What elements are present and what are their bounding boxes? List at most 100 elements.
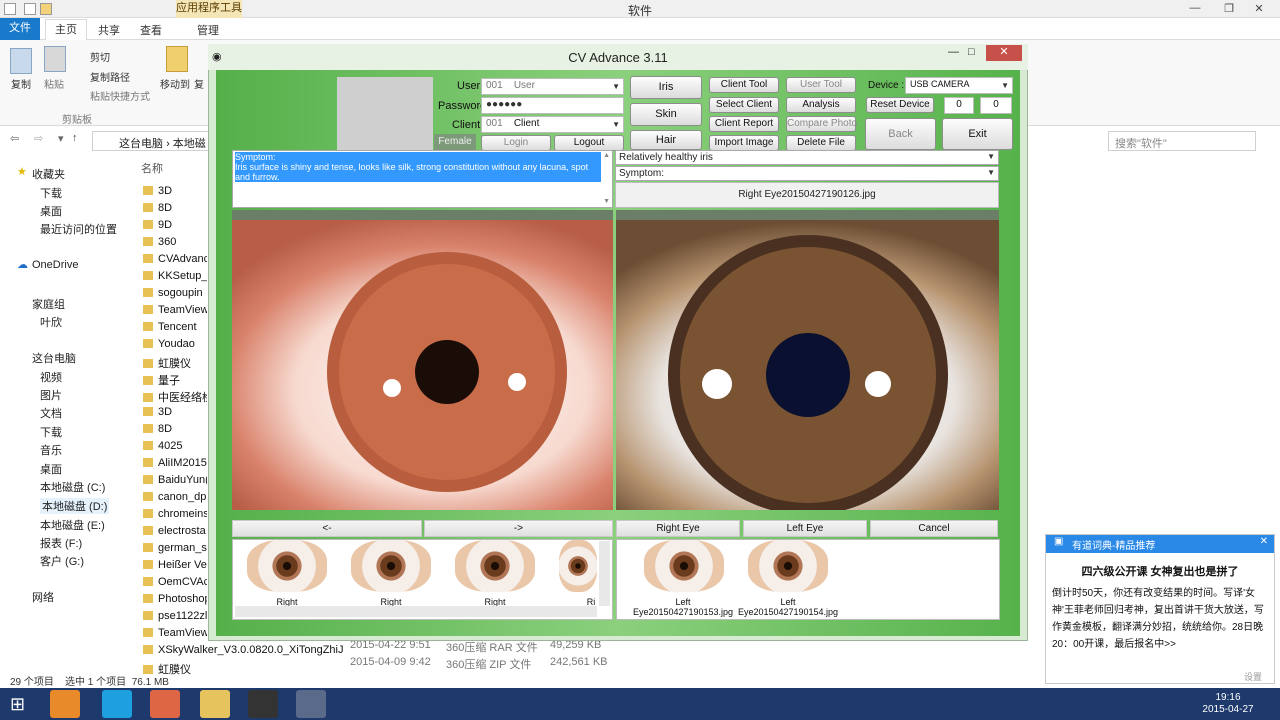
file-item[interactable]: 3D [143,185,207,197]
next-image-button[interactable]: -> [424,520,613,537]
nav-user[interactable]: 叶欣 [40,314,62,330]
user-tool-button[interactable]: User Tool [786,77,856,93]
logout-button[interactable]: Logout [554,135,624,151]
nav-desktop-2[interactable]: 桌面 [40,461,62,477]
nav-thispc[interactable]: 这台电脑 [32,350,76,366]
user-select[interactable]: 001 User ▼ [481,78,624,95]
symptom-text-area[interactable]: Symptom: Iris surface is shiny and tense… [232,150,613,208]
notification-close-icon[interactable]: ✕ [1260,536,1268,547]
scroll-down-icon[interactable]: ▼ [603,198,610,205]
tab-file[interactable]: 文件 [0,18,40,40]
up-icon[interactable]: ↑ [72,132,78,144]
nav-favorites[interactable]: 收藏夹 [32,166,65,182]
notification-settings-link[interactable]: 设置 [1244,670,1262,683]
breadcrumb-drive[interactable]: 本地磁 [173,138,206,150]
breadcrumb-pc[interactable]: 这台电脑 [119,138,163,150]
file-item[interactable]: Photoshop [143,593,207,605]
file-item[interactable]: pse1122zl [143,610,207,622]
file-item[interactable]: 虹膜仪 [143,661,343,677]
counter-a[interactable]: 0 [944,97,974,114]
file-item[interactable]: TeamView [143,627,207,639]
counter-b[interactable]: 0 [980,97,1012,114]
password-field[interactable]: ●●●●●● [481,97,624,114]
move-to-button[interactable]: 移动到 [160,76,190,91]
nav-downloads-2[interactable]: 下载 [40,424,62,440]
thumbnail[interactable] [455,540,535,592]
thumbnail[interactable] [644,540,724,592]
file-item[interactable]: BaiduYun( [143,474,207,486]
analysis-button[interactable]: Analysis [786,97,856,113]
start-icon[interactable]: ⊞ [10,694,25,715]
file-item[interactable]: Youdao [143,338,207,350]
nav-drive-e[interactable]: 本地磁盘 (E:) [40,517,105,533]
new-folder-icon[interactable] [40,3,52,15]
file-item[interactable]: TeamView [143,304,207,316]
nav-downloads[interactable]: 下载 [40,185,62,201]
thumbnail-vscrollbar[interactable] [599,541,610,606]
select-client-button[interactable]: Select Client [709,97,779,113]
file-item[interactable]: 3D [143,406,207,418]
copy-button[interactable]: 复制 [11,76,31,91]
exit-button[interactable]: Exit [942,118,1013,150]
taskbar-app-icon[interactable] [50,690,80,718]
address-bar[interactable]: 这台电脑 › 本地磁 [92,131,212,151]
minimize-icon[interactable]: — [1186,2,1204,16]
file-item[interactable]: OemCVAc [143,576,207,588]
history-chevron-icon[interactable]: ▾ [58,132,64,145]
search-input[interactable]: 搜索"软件" [1108,131,1256,151]
scroll-up-icon[interactable]: ▲ [603,152,610,159]
file-item[interactable]: AliIM2015 [143,457,207,469]
thumbnail[interactable] [559,540,597,592]
thumbnail[interactable] [351,540,431,592]
paste-icon[interactable] [44,46,66,72]
file-item[interactable]: CVAdvanc [143,253,207,265]
nav-drive-f[interactable]: 报表 (F:) [40,535,82,551]
file-item[interactable]: 虹膜仪 [143,355,207,371]
compare-photo-button[interactable]: Compare Photo [786,116,857,132]
file-item[interactable]: 8D [143,423,207,435]
login-button[interactable]: Login [481,135,551,151]
file-item[interactable]: 4025 [143,440,207,452]
nav-network[interactable]: 网络 [32,589,54,605]
symptom-select[interactable]: Symptom: ▼ [615,166,999,181]
file-item[interactable]: sogoupin [143,287,207,299]
right-eye-button[interactable]: Right Eye [616,520,740,537]
cv-advance-taskbar-icon[interactable] [296,690,326,718]
thumbnail[interactable] [748,540,828,592]
maximize-icon[interactable]: ❐ [1220,2,1238,16]
file-item[interactable]: Heißer Ve [143,559,207,571]
client-report-button[interactable]: Client Report [709,116,779,132]
file-explorer-icon[interactable] [200,690,230,718]
forward-icon[interactable]: ⇨ [34,132,43,145]
file-item[interactable]: electrosta [143,525,207,537]
app-maximize-icon[interactable]: □ [968,46,975,58]
nav-music[interactable]: 音乐 [40,442,62,458]
file-item[interactable]: 8D [143,202,207,214]
app-minimize-icon[interactable]: — [948,46,959,58]
paste-button[interactable]: 粘贴 [44,76,64,91]
copy-icon[interactable] [10,48,32,74]
copy-to-button[interactable]: 复 [194,76,204,91]
import-image-button[interactable]: Import Image [709,135,779,151]
close-icon[interactable]: ✕ [1250,2,1268,16]
chrome-icon[interactable] [150,690,180,718]
copy-path-button[interactable]: 复制路径 [90,69,130,84]
tab-home[interactable]: 主页 [45,19,87,40]
reset-device-button[interactable]: Reset Device [866,97,934,113]
nav-onedrive[interactable]: OneDrive [32,259,78,271]
column-header-name[interactable]: 名称 [141,160,163,176]
file-item[interactable]: canon_dp [143,491,207,503]
nav-videos[interactable]: 视频 [40,369,62,385]
file-item[interactable]: XSkyWalker_V3.0.0820.0_XiTongZhiJia [143,644,343,656]
file-item[interactable]: 360 [143,236,207,248]
skype-icon[interactable] [102,690,132,718]
taskbar-app-icon[interactable] [248,690,278,718]
app-icon[interactable] [4,3,16,15]
back-button[interactable]: Back [865,118,936,150]
cancel-button[interactable]: Cancel [870,520,998,537]
properties-icon[interactable] [24,3,36,15]
device-select[interactable]: USB CAMERA ▼ [905,77,1013,94]
app-close-icon[interactable]: ✕ [986,45,1022,61]
file-item[interactable]: chromeins [143,508,207,520]
nav-pictures[interactable]: 图片 [40,387,62,403]
